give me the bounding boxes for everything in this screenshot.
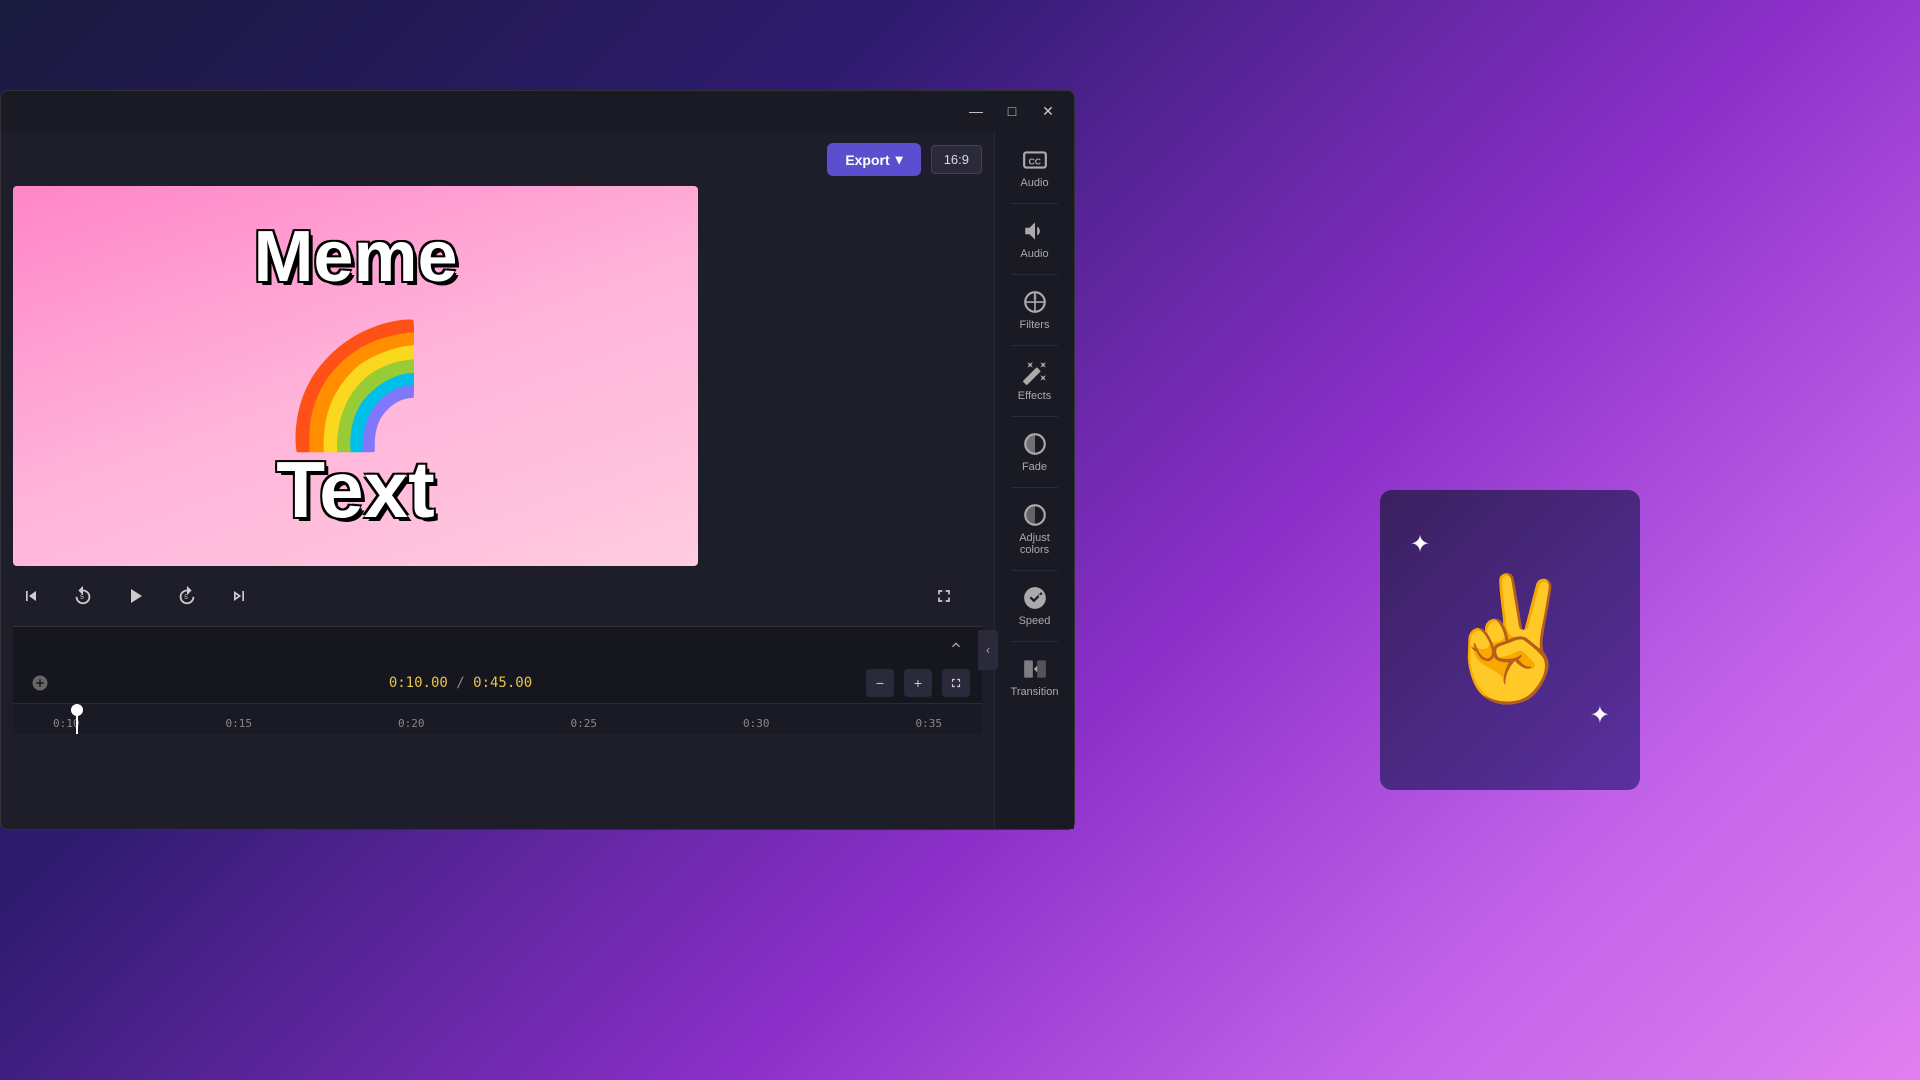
- timeline-ruler: 0:10 0:15 0:20 0:25 0:30 0:35: [13, 704, 982, 734]
- sidebar-divider-1: [1011, 203, 1058, 204]
- top-bar: Export ▾ 16:9: [13, 143, 982, 176]
- skip-forward-button[interactable]: [221, 578, 257, 614]
- ruler-mark-2: 0:20: [398, 717, 425, 730]
- ruler-mark-1: 0:15: [226, 717, 253, 730]
- audio-label: Audio: [1020, 248, 1048, 260]
- title-bar: — □ ✕: [1, 91, 1074, 131]
- sidebar-item-audio[interactable]: Audio: [1001, 210, 1069, 268]
- rewind-5-button[interactable]: 5: [65, 578, 101, 614]
- sidebar-item-speed[interactable]: Speed: [1001, 577, 1069, 635]
- export-chevron-icon: ▾: [896, 151, 903, 168]
- svg-text:5: 5: [184, 594, 188, 601]
- minimize-button[interactable]: —: [962, 97, 990, 125]
- app-window: — □ ✕ Export ▾ 16:9 Meme 🌈 Text: [0, 90, 1075, 830]
- captions-icon: CC: [1022, 147, 1048, 173]
- speed-label: Speed: [1019, 615, 1051, 627]
- timeline-expand-button[interactable]: [942, 669, 970, 697]
- fade-icon: [1022, 431, 1048, 457]
- sidebar-divider-4: [1011, 416, 1058, 417]
- sparkle-icon-2: ✦: [1590, 701, 1610, 730]
- forward-5-button[interactable]: 5: [169, 578, 205, 614]
- sparkle-icon-1: ✦: [1410, 530, 1430, 559]
- close-button[interactable]: ✕: [1034, 97, 1062, 125]
- timeline-collapse-button[interactable]: [942, 631, 970, 659]
- svg-text:CC: CC: [1028, 156, 1041, 166]
- playhead[interactable]: [76, 704, 78, 734]
- speed-icon: [1022, 585, 1048, 611]
- ruler-marks: 0:10 0:15 0:20 0:25 0:30 0:35: [53, 717, 942, 734]
- sidebar-item-adjust-colors[interactable]: Adjust colors: [1001, 494, 1069, 564]
- sidebar-item-transition[interactable]: Transition: [1001, 648, 1069, 706]
- play-button[interactable]: [117, 578, 153, 614]
- sidebar-item-effects[interactable]: Effects: [1001, 352, 1069, 410]
- filters-icon: [1022, 289, 1048, 315]
- ruler-mark-3: 0:25: [571, 717, 598, 730]
- adjust-colors-label: Adjust colors: [1007, 532, 1063, 556]
- sidebar-collapse-button[interactable]: ‹: [978, 630, 998, 670]
- track-add-icon: [25, 674, 55, 692]
- sidebar-divider-7: [1011, 641, 1058, 642]
- skip-back-button[interactable]: [13, 578, 49, 614]
- fade-label: Fade: [1022, 461, 1047, 473]
- timeline-current-time: 0:10.00 / 0:45.00: [65, 675, 856, 691]
- export-label: Export: [845, 152, 889, 168]
- sidebar-item-captions[interactable]: CC Audio: [1001, 139, 1069, 197]
- timeline-area: 0:10.00 / 0:45.00 − + 0:10 0:15 0:20 0:2…: [13, 626, 982, 734]
- timeline-controls: 0:10.00 / 0:45.00 − +: [13, 663, 982, 704]
- effects-label: Effects: [1018, 390, 1051, 402]
- effects-icon: [1022, 360, 1048, 386]
- ruler-mark-4: 0:30: [743, 717, 770, 730]
- timeline-expand-row: [13, 627, 982, 663]
- character-illustration: ✌️: [1435, 570, 1584, 710]
- preview-body-text: Text: [276, 444, 435, 536]
- captions-label: Audio: [1020, 177, 1048, 189]
- right-sidebar: CC Audio Audio Filters: [994, 131, 1074, 829]
- maximize-button[interactable]: □: [998, 97, 1026, 125]
- svg-text:5: 5: [80, 594, 84, 601]
- aspect-ratio-badge: 16:9: [931, 145, 982, 174]
- sidebar-divider-5: [1011, 487, 1058, 488]
- transition-label: Transition: [1011, 686, 1059, 698]
- playback-controls: 5 5: [13, 566, 982, 626]
- fullscreen-button[interactable]: [926, 578, 962, 614]
- ruler-mark-5: 0:35: [916, 717, 943, 730]
- audio-icon: [1022, 218, 1048, 244]
- sidebar-divider-6: [1011, 570, 1058, 571]
- video-area: Export ▾ 16:9 Meme 🌈 Text 5: [1, 131, 994, 829]
- sidebar-item-fade[interactable]: Fade: [1001, 423, 1069, 481]
- export-button[interactable]: Export ▾: [827, 143, 920, 176]
- decorative-card: ✦ ✌️ ✦: [1380, 490, 1640, 790]
- sidebar-item-filters[interactable]: Filters: [1001, 281, 1069, 339]
- adjust-colors-icon: [1022, 502, 1048, 528]
- video-preview: Meme 🌈 Text: [13, 186, 698, 566]
- sidebar-divider-3: [1011, 345, 1058, 346]
- transition-icon: [1022, 656, 1048, 682]
- filters-label: Filters: [1020, 319, 1050, 331]
- timeline-zoom-in-button[interactable]: +: [904, 669, 932, 697]
- timeline-zoom-out-button[interactable]: −: [866, 669, 894, 697]
- sidebar-divider-2: [1011, 274, 1058, 275]
- main-content: Export ▾ 16:9 Meme 🌈 Text 5: [1, 131, 1074, 829]
- preview-rainbow: 🌈: [281, 326, 430, 446]
- preview-meme-text: Meme: [253, 216, 457, 298]
